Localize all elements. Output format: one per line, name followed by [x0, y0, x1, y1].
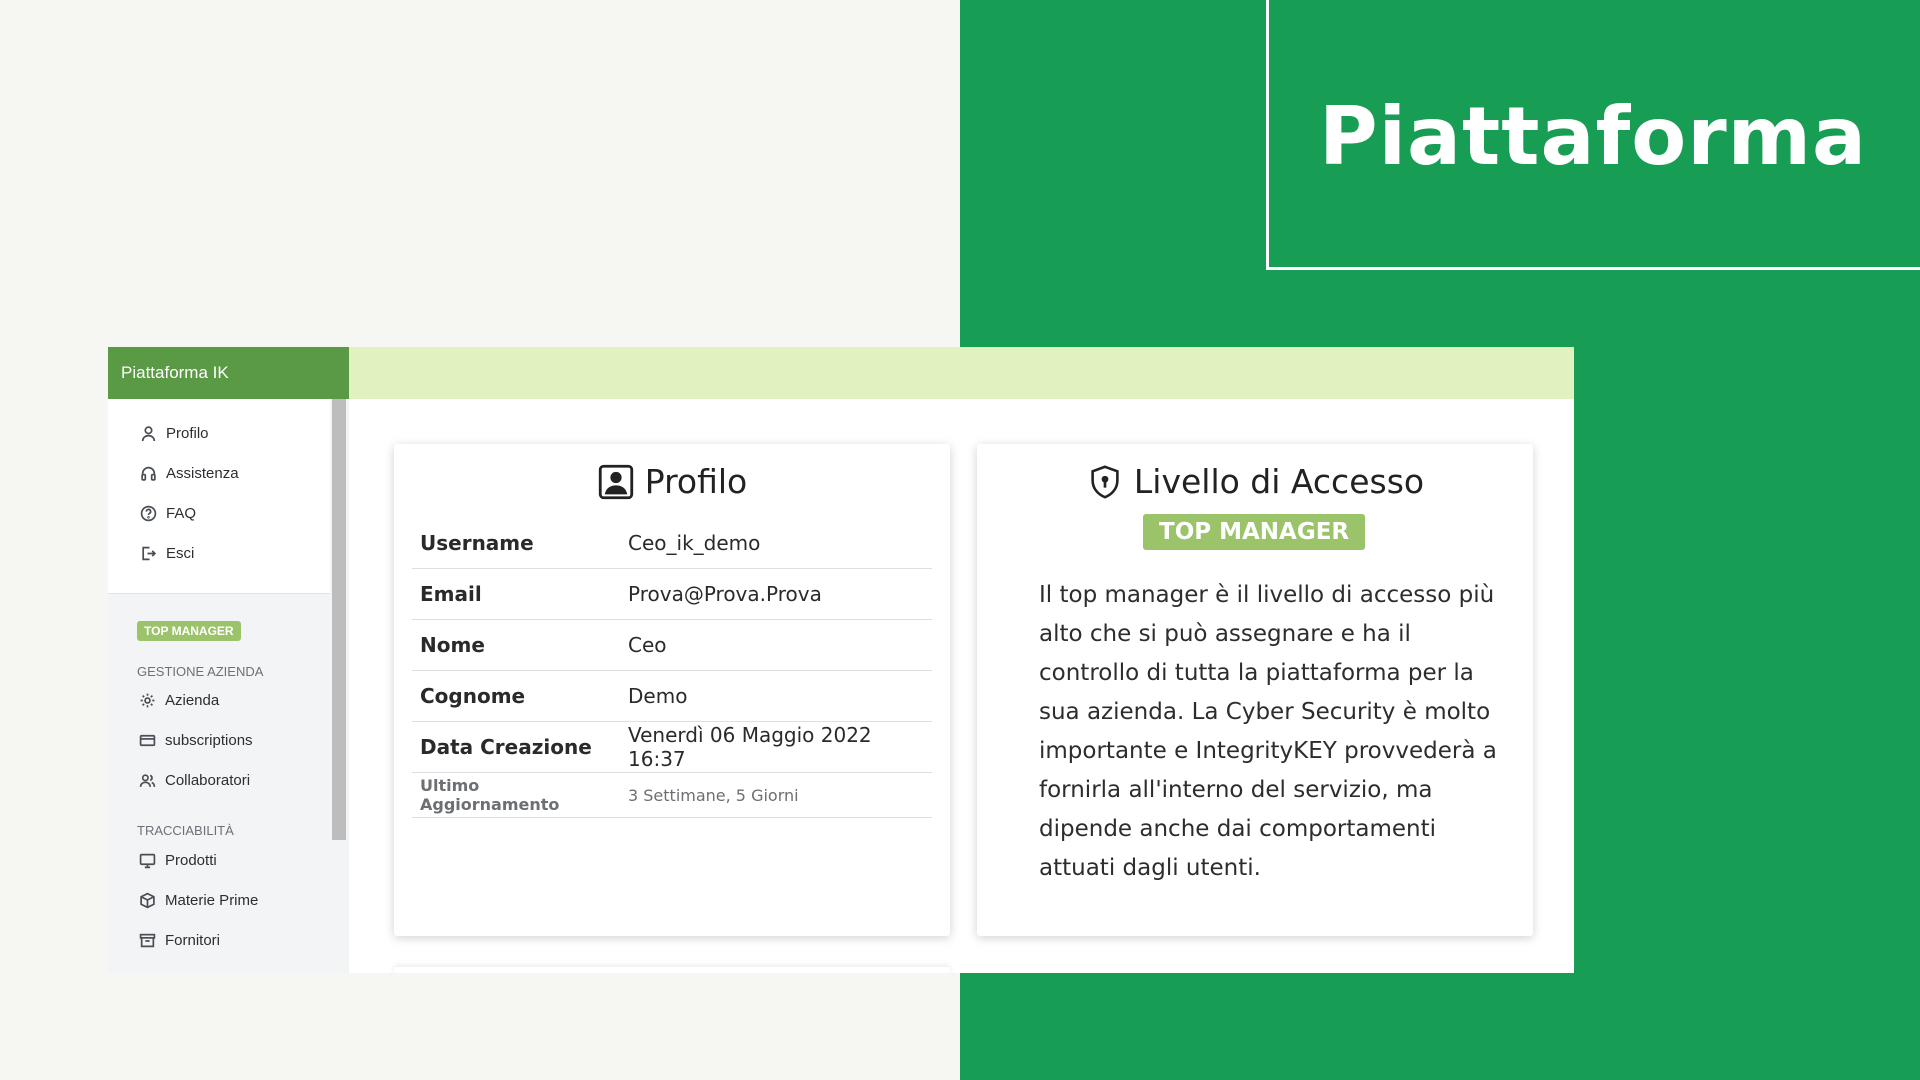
section-label-tracciabilita: TRACCIABILITÀ [137, 823, 234, 838]
access-description: Il top manager è il livello di accesso p… [1039, 582, 1497, 881]
credit-card-icon [137, 730, 157, 750]
sidebar-item-label: subscriptions [165, 731, 253, 749]
sidebar-item-label: Materie Prime [165, 891, 259, 909]
main-content: Profilo Username Ceo_ik_demo Email Prova@P… [349, 399, 1574, 973]
slide-title: Piattaforma [1318, 90, 1868, 183]
profile-value: Ceo [620, 619, 932, 671]
section-label-gestione: GESTIONE AZIENDA [137, 664, 264, 679]
access-card-title: Livello di Accesso [977, 462, 1533, 501]
sidebar-item-label: Prodotti [165, 851, 217, 869]
profile-key: Username [412, 518, 620, 569]
profile-key: Ultimo Aggiornamento [412, 772, 620, 818]
sidebar-item-label: Profilo [166, 424, 209, 442]
profile-value: Ceo_ik_demo [620, 518, 932, 569]
sidebar-scrollbar[interactable] [332, 399, 346, 840]
sidebar-item-fornitori[interactable]: Fornitori [137, 928, 220, 952]
sidebar-item-label: Esci [166, 544, 195, 562]
gear-icon [137, 690, 157, 710]
sidebar-item-azienda[interactable]: Azienda [137, 688, 219, 712]
table-row: Cognome Demo [412, 670, 932, 722]
profile-value: Demo [620, 670, 932, 722]
profile-card-title: Profilo [394, 462, 950, 501]
monitor-icon [137, 850, 157, 870]
profile-title-text: Profilo [644, 462, 748, 501]
brand-logo[interactable]: Piattaforma IK [108, 347, 349, 399]
role-badge: TOP MANAGER [137, 621, 241, 641]
sidebar-item-subscriptions[interactable]: subscriptions [137, 728, 253, 752]
access-level-badge: TOP MANAGER [1143, 514, 1366, 550]
users-icon [137, 770, 157, 790]
sidebar-item-label: Collaboratori [165, 771, 251, 789]
sidebar: Profilo Assistenza FAQ Esci TOP MANAGER … [108, 399, 349, 973]
sidebar-item-profilo[interactable]: Profilo [138, 421, 209, 445]
headset-icon [138, 463, 158, 483]
profile-value: Venerdì 06 Maggio 2022 16:37 [620, 721, 932, 773]
question-icon [138, 503, 158, 523]
profile-key: Email [412, 568, 620, 620]
next-card-edge [394, 967, 950, 973]
sidebar-item-prodotti[interactable]: Prodotti [137, 848, 217, 872]
profile-value: 3 Settimane, 5 Giorni [620, 772, 932, 818]
profile-card: Profilo Username Ceo_ik_demo Email Prova@P… [394, 444, 950, 936]
table-row: Nome Ceo [412, 619, 932, 671]
box-icon [137, 890, 157, 910]
sidebar-item-materie-prime[interactable]: Materie Prime [137, 888, 258, 912]
sidebar-item-faq[interactable]: FAQ [138, 501, 196, 525]
sidebar-item-label: FAQ [166, 504, 197, 522]
profile-key: Data Creazione [412, 721, 620, 773]
table-row: Data Creazione Venerdì 06 Maggio 2022 16:… [412, 721, 932, 773]
sidebar-item-label: Assistenza [166, 464, 239, 482]
user-icon [138, 423, 158, 443]
sidebar-item-esci[interactable]: Esci [138, 541, 194, 565]
app-window: Piattaforma IK Profilo Assistenza FAQ Es… [108, 347, 1574, 973]
person-badge-icon [597, 463, 635, 501]
table-row: Email Prova@Prova.Prova [412, 568, 932, 620]
profile-key: Nome [412, 619, 620, 671]
access-level-card: Livello di Accesso TOP MANAGER Il top ma… [977, 444, 1533, 936]
logout-icon [138, 543, 158, 563]
profile-key: Cognome [412, 670, 620, 722]
profile-table: Username Ceo_ik_demo Email Prova@Prova.Pro… [412, 518, 932, 818]
table-row: Username Ceo_ik_demo [412, 518, 932, 569]
profile-value: Prova@Prova.Prova [620, 568, 932, 620]
sidebar-item-label: Azienda [165, 691, 220, 709]
access-title-text: Livello di Accesso [1133, 462, 1425, 501]
sidebar-item-collaboratori[interactable]: Collaboratori [137, 768, 250, 792]
sidebar-item-label: Fornitori [165, 931, 221, 949]
table-row: Ultimo Aggiornamento 3 Settimane, 5 Giorn… [412, 772, 932, 818]
archive-icon [137, 930, 157, 950]
shield-lock-icon [1086, 463, 1124, 501]
sidebar-item-assistenza[interactable]: Assistenza [138, 461, 239, 485]
